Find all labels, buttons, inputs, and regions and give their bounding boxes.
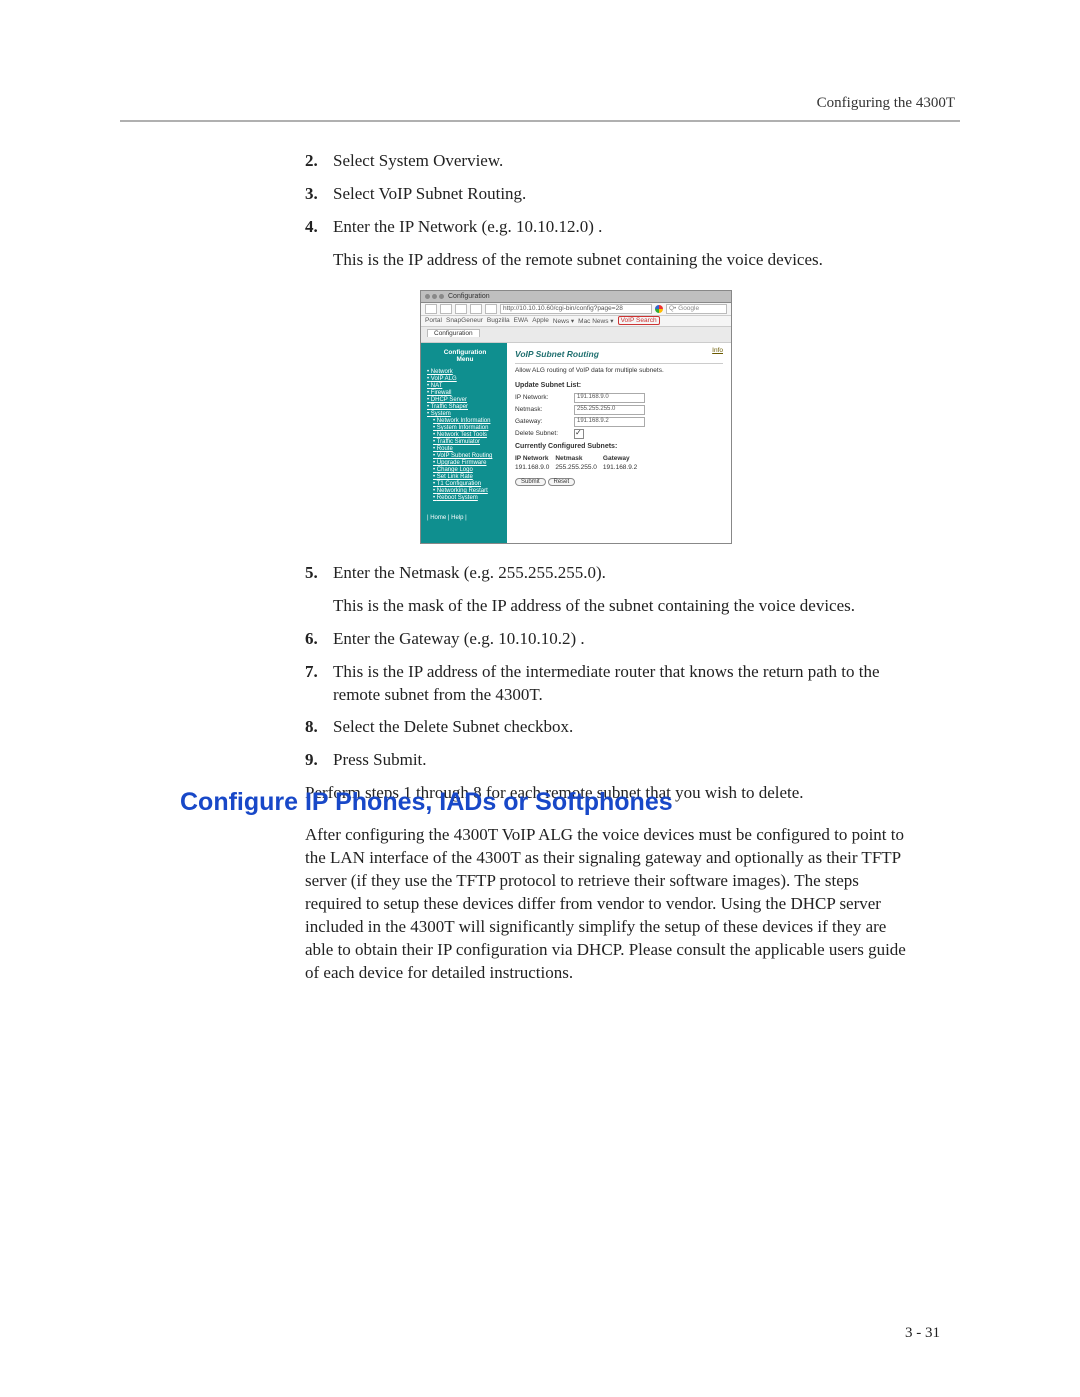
- url-bar[interactable]: http://10.10.10.60/cgi-bin/config?page=2…: [500, 304, 652, 314]
- delete-subnet-label: Delete Subnet:: [515, 430, 570, 437]
- sidebar-item-nat[interactable]: NAT: [427, 383, 503, 389]
- submit-button[interactable]: Submit: [515, 478, 546, 486]
- search-box[interactable]: Q• Google: [666, 304, 727, 314]
- step-5: 5.Enter the Netmask (e.g. 255.255.255.0)…: [305, 562, 910, 585]
- configured-subnets-heading: Currently Configured Subnets:: [515, 443, 723, 450]
- config-sidebar: ConfigurationMenu Network VoIP ALG NAT F…: [421, 343, 507, 543]
- table-row: 191.168.9.0 255.255.255.0 191.168.9.2: [515, 463, 643, 472]
- netmask-input[interactable]: 255.255.255.0: [574, 405, 645, 415]
- sidebar-footer-links[interactable]: | Home | Help |: [427, 515, 503, 521]
- reload-button[interactable]: [455, 304, 467, 314]
- netmask-label: Netmask:: [515, 406, 570, 413]
- ip-network-input[interactable]: 191.168.9.0: [574, 393, 645, 403]
- sidebar-item-traffic-shaper[interactable]: Traffic Shaper: [427, 404, 503, 410]
- sidebar-item-set-link-rate[interactable]: Set Link Rate: [427, 474, 503, 480]
- sidebar-item-network-information[interactable]: Network Information: [427, 418, 503, 424]
- config-main-panel: Info VoIP Subnet Routing Allow ALG routi…: [507, 343, 731, 543]
- info-link[interactable]: Info: [712, 347, 723, 354]
- panel-title: VoIP Subnet Routing: [515, 349, 723, 364]
- window-titlebar: Configuration: [421, 291, 731, 303]
- update-subnet-heading: Update Subnet List:: [515, 382, 723, 389]
- home-button[interactable]: [485, 304, 497, 314]
- sidebar-item-firewall[interactable]: Firewall: [427, 390, 503, 396]
- reset-button[interactable]: Reset: [548, 478, 576, 486]
- tab-bar: Configuration: [421, 327, 731, 343]
- sidebar-item-dhcp-server[interactable]: DHCP Server: [427, 397, 503, 403]
- sidebar-item-voip-subnet-routing[interactable]: VoIP Subnet Routing: [427, 453, 503, 459]
- section-heading: Configure IP Phones, IADs or Softphones: [180, 788, 673, 817]
- step-4-note: This is the IP address of the remote sub…: [333, 249, 910, 272]
- sidebar-item-traffic-simulator[interactable]: Traffic Simulator: [427, 439, 503, 445]
- search-engine-icon: [655, 305, 663, 313]
- stop-button[interactable]: [470, 304, 482, 314]
- step-9: 9.Press Submit.: [305, 749, 910, 772]
- panel-description: Allow ALG routing of VoIP data for multi…: [515, 367, 723, 374]
- sidebar-item-network[interactable]: Network: [427, 369, 503, 375]
- step-2: 2.Select System Overview.: [305, 150, 910, 173]
- header-rule: [120, 120, 960, 122]
- sidebar-item-change-logo[interactable]: Change Logo: [427, 467, 503, 473]
- tab-configuration[interactable]: Configuration: [427, 329, 480, 337]
- subnets-table: IP Network Netmask Gateway 191.168.9.0 2…: [515, 454, 643, 472]
- step-8: 8.Select the Delete Subnet checkbox.: [305, 716, 910, 739]
- bookmarks-bar: Portal SnapGeneur Bugzilla EWA Apple New…: [421, 316, 731, 327]
- step-6: 6.Enter the Gateway (e.g. 10.10.10.2) .: [305, 628, 910, 651]
- delete-subnet-checkbox[interactable]: [574, 429, 584, 439]
- sidebar-item-reboot-system[interactable]: Reboot System: [427, 495, 503, 501]
- running-header: Configuring the 4300T: [817, 95, 955, 112]
- step-7: 7.This is the IP address of the intermed…: [305, 661, 910, 707]
- sidebar-item-route[interactable]: Route: [427, 446, 503, 452]
- sidebar-item-voip-alg[interactable]: VoIP ALG: [427, 376, 503, 382]
- step-3: 3.Select VoIP Subnet Routing.: [305, 183, 910, 206]
- sidebar-item-system[interactable]: System: [427, 411, 503, 417]
- step-5-note: This is the mask of the IP address of th…: [333, 595, 910, 618]
- sidebar-item-network-test-tools[interactable]: Network Test Tools: [427, 432, 503, 438]
- sidebar-item-networking-restart[interactable]: Networking Restart: [427, 488, 503, 494]
- forward-button[interactable]: [440, 304, 452, 314]
- back-button[interactable]: [425, 304, 437, 314]
- browser-toolbar: http://10.10.10.60/cgi-bin/config?page=2…: [421, 303, 731, 316]
- ip-network-label: IP Network:: [515, 394, 570, 401]
- sidebar-item-upgrade-firmware[interactable]: Upgrade Firmware: [427, 460, 503, 466]
- sidebar-item-t1-configuration[interactable]: T1 Configuration: [427, 481, 503, 487]
- step-4: 4.Enter the IP Network (e.g. 10.10.12.0)…: [305, 216, 910, 239]
- gateway-input[interactable]: 191.168.9.2: [574, 417, 645, 427]
- gateway-label: Gateway:: [515, 418, 570, 425]
- page-number: 3 - 31: [905, 1325, 940, 1342]
- embedded-screenshot: Configuration http://10.10.10.60/cgi-bin…: [420, 290, 732, 544]
- section-body: After configuring the 4300T VoIP ALG the…: [305, 824, 910, 985]
- sidebar-item-system-information[interactable]: System Information: [427, 425, 503, 431]
